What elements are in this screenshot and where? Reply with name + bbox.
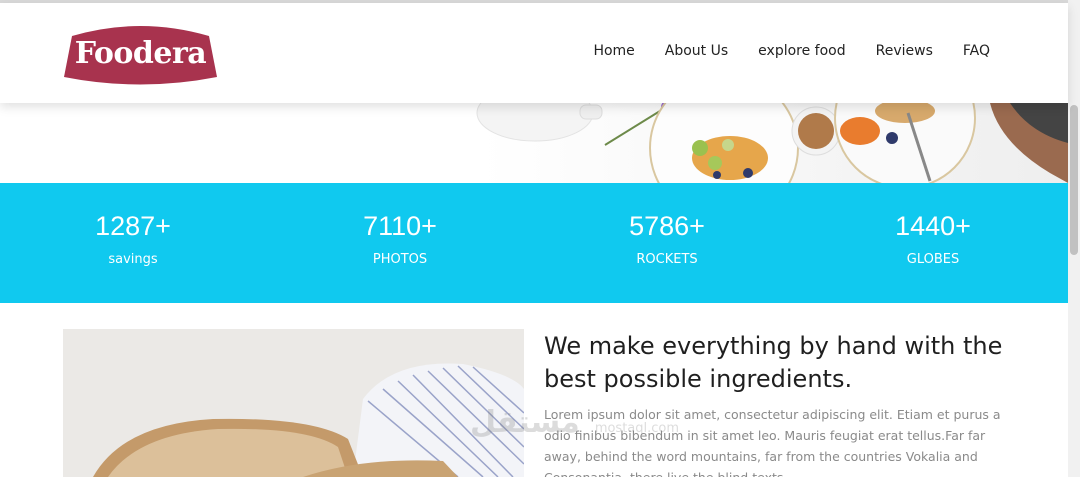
bread-photo bbox=[63, 329, 524, 477]
stat-label: ROCKETS bbox=[636, 252, 698, 267]
brand-logo[interactable]: Foodera bbox=[64, 22, 217, 85]
main-nav: Home About Us explore food Reviews FAQ bbox=[593, 43, 990, 59]
stat-number: 1440+ bbox=[895, 211, 971, 241]
food-table-illustration bbox=[0, 103, 1068, 183]
brand-name: Foodera bbox=[74, 36, 207, 71]
stat-photos: 7110+ PHOTOS bbox=[290, 211, 510, 267]
nav-item-about-us[interactable]: About Us bbox=[665, 43, 728, 59]
nav-item-faq[interactable]: FAQ bbox=[963, 43, 990, 59]
hero-food-image bbox=[0, 103, 1068, 183]
scrollbar-thumb[interactable] bbox=[1070, 105, 1078, 255]
stats-band: 1287+ savings 7110+ PHOTOS 5786+ ROCKETS… bbox=[0, 183, 1068, 303]
stat-globes: 1440+ GLOBES bbox=[823, 211, 1043, 267]
nav-item-reviews[interactable]: Reviews bbox=[876, 43, 933, 59]
stat-rockets: 5786+ ROCKETS bbox=[557, 211, 777, 267]
nav-item-home[interactable]: Home bbox=[593, 43, 634, 59]
about-body: Lorem ipsum dolor sit amet, consectetur … bbox=[544, 407, 1001, 477]
bread-illustration bbox=[63, 329, 524, 477]
stat-number: 7110+ bbox=[363, 211, 437, 241]
stat-label: PHOTOS bbox=[372, 252, 428, 267]
stat-number: 1287+ bbox=[95, 211, 171, 241]
about-heading: We make everything by hand with the best… bbox=[544, 332, 1003, 393]
stat-label: savings bbox=[108, 252, 158, 267]
page-scrollbar[interactable] bbox=[1068, 0, 1080, 477]
about-section: We make everything by hand with the best… bbox=[544, 330, 1014, 477]
stat-label: GLOBES bbox=[906, 252, 960, 267]
site-header: Foodera Home About Us explore food Revie… bbox=[0, 3, 1068, 103]
nav-item-explore-food[interactable]: explore food bbox=[758, 43, 845, 59]
stat-savings: 1287+ savings bbox=[23, 211, 243, 267]
stat-number: 5786+ bbox=[629, 211, 705, 241]
